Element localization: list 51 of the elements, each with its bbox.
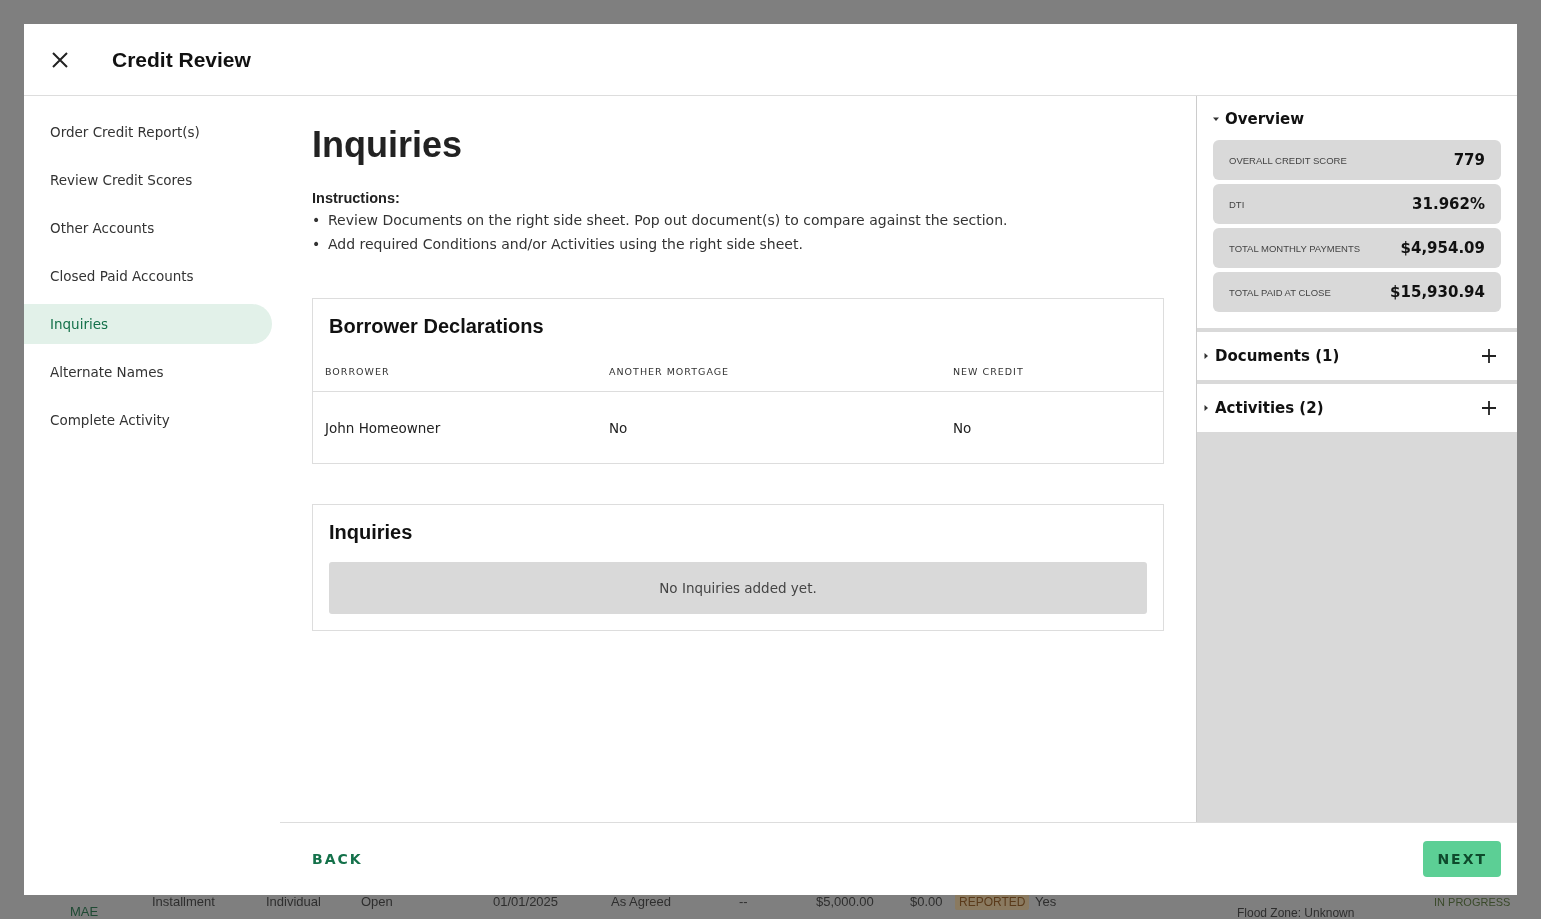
stat-label: DTI xyxy=(1229,198,1245,210)
stat-label: TOTAL MONTHLY PAYMENTS xyxy=(1229,242,1361,254)
background-table-cell: $5,000.00 xyxy=(816,894,874,909)
background-table-cell: Yes xyxy=(1035,894,1057,909)
instructions-label: Instructions: xyxy=(312,190,401,206)
add-icon[interactable] xyxy=(1481,400,1497,416)
stat-value: 779 xyxy=(1453,151,1485,169)
background-table-cell: $0.00 xyxy=(910,894,943,909)
stat-value: $15,930.94 xyxy=(1390,283,1485,301)
instruction-item: Review Documents on the right side sheet. Pop out document(s) to compare against the section. xyxy=(328,211,1008,230)
table-cell: John Homeowner xyxy=(313,391,597,463)
table-cell: No xyxy=(941,391,1163,463)
column-header: NEW CREDIT xyxy=(941,356,1163,392)
column-header: ANOTHER MORTGAGE xyxy=(597,356,941,392)
dialog-title: Credit Review xyxy=(112,47,251,72)
page-heading: Inquiries xyxy=(312,124,464,166)
section-header[interactable]: Activities (2) xyxy=(1203,399,1324,417)
nav-item[interactable]: Closed Paid Accounts xyxy=(24,256,272,296)
background-table-cell: MAE xyxy=(70,904,99,919)
nav-item[interactable]: Complete Activity xyxy=(24,400,272,440)
status-label: IN PROGRESS xyxy=(1434,896,1511,908)
nav-item[interactable]: Order Credit Report(s) xyxy=(24,112,272,152)
close-button[interactable] xyxy=(50,49,70,70)
nav-item[interactable]: Other Accounts xyxy=(24,208,272,248)
section-header[interactable]: Documents (1) xyxy=(1203,347,1340,365)
nav-item[interactable]: Inquiries xyxy=(24,304,272,344)
bullet: • xyxy=(312,211,320,230)
background-table-cell: Installment xyxy=(152,894,215,909)
background-table-cell: As Agreed xyxy=(611,894,671,909)
back-button[interactable]: BACK xyxy=(312,851,363,867)
flood-zone-text: Flood Zone: Unknown xyxy=(1237,906,1355,919)
column-header: BORROWER xyxy=(313,356,597,392)
add-icon[interactable] xyxy=(1481,348,1497,364)
stat-label: TOTAL PAID AT CLOSE xyxy=(1229,286,1331,298)
nav-item[interactable]: Alternate Names xyxy=(24,352,272,392)
stat-value: 31.962% xyxy=(1412,195,1485,213)
card-title: Borrower Declarations xyxy=(328,314,545,338)
stat-value: $4,954.09 xyxy=(1400,239,1485,257)
background-table-cell: Open xyxy=(361,894,393,909)
background-table-cell: Individual xyxy=(266,894,321,909)
bullet: • xyxy=(312,235,320,254)
empty-state-message: No Inquiries added yet. xyxy=(329,562,1147,614)
stat-label: OVERALL CREDIT SCORE xyxy=(1229,154,1347,166)
nav-item[interactable]: Review Credit Scores xyxy=(24,160,272,200)
next-button[interactable]: NEXT xyxy=(1423,841,1501,877)
instruction-item: Add required Conditions and/or Activities using the right side sheet. xyxy=(328,235,803,254)
table-cell: No xyxy=(597,391,941,463)
section-header[interactable]: Overview xyxy=(1213,110,1501,128)
background-table-cell: -- xyxy=(739,894,748,909)
card-title: Inquiries xyxy=(328,520,414,544)
background-table-cell: 01/01/2025 xyxy=(493,894,559,909)
